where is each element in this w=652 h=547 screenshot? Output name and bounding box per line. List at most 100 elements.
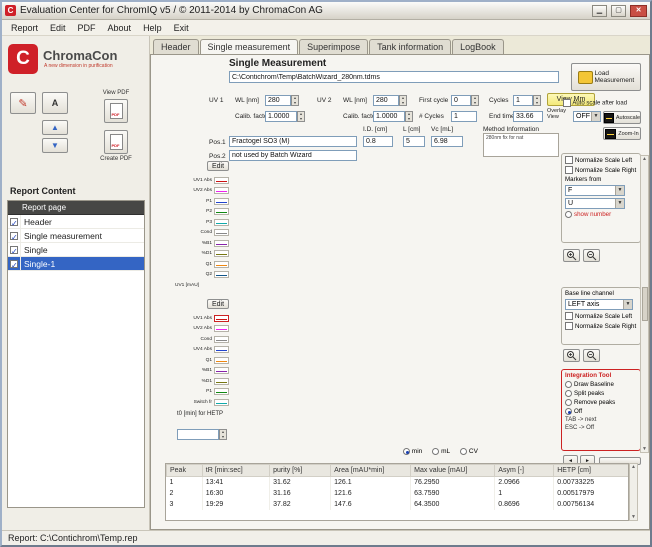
legend-item-q1[interactable]: Q1: [175, 355, 229, 366]
legend-item--b1[interactable]: %B1: [175, 366, 229, 377]
legend-item-cond[interactable]: Cond: [175, 228, 229, 239]
cycles-input[interactable]: [513, 95, 533, 106]
table-row[interactable]: 216:3031.16121.663.759010.00517979: [167, 488, 630, 499]
magnify-minus-button[interactable]: [583, 249, 600, 262]
legend-item-q2[interactable]: Q2: [175, 270, 229, 281]
move-up-button[interactable]: ▲: [42, 120, 68, 135]
menu-report[interactable]: Report: [6, 22, 43, 34]
legend-item-uv4-abs[interactable]: UV4 Abs: [175, 345, 229, 356]
normalize-right-checkbox[interactable]: Normalize Scale Right: [565, 166, 637, 174]
file-path-input[interactable]: [229, 71, 559, 83]
tab-logbook[interactable]: LogBook: [452, 39, 504, 55]
uv1-wl-spinner[interactable]: ▴▾: [291, 95, 299, 106]
unit-radio-cv[interactable]: CV: [460, 448, 478, 455]
legend-item-cond[interactable]: Cond: [175, 334, 229, 345]
unit-radio-ml[interactable]: mL: [432, 448, 450, 455]
menu-help[interactable]: Help: [138, 22, 167, 34]
table-row[interactable]: 113:4131.62126.176.29502.09660.00733225: [167, 477, 630, 488]
tab-single-measurement[interactable]: Single measurement: [200, 39, 299, 55]
marker-source-dropdown-1[interactable]: F▼: [565, 185, 625, 196]
magnify-plus-button[interactable]: [563, 249, 580, 262]
report-tree-header[interactable]: Report page: [8, 201, 144, 215]
show-number-radio[interactable]: show number: [565, 211, 637, 218]
legend-item--d1[interactable]: %D1: [175, 249, 229, 260]
tab-superimpose[interactable]: Superimpose: [299, 39, 368, 55]
close-button[interactable]: ✕: [630, 5, 647, 17]
titlebar[interactable]: C Evaluation Center for ChromIQ v5 / © 2…: [2, 2, 650, 20]
tab-tank-information[interactable]: Tank information: [369, 39, 451, 55]
calib2-input[interactable]: [373, 111, 405, 122]
table-scrollbar[interactable]: ▲▼: [629, 463, 638, 521]
tree-item-single[interactable]: Single: [8, 243, 144, 257]
calib1-spinner[interactable]: ▴▾: [297, 111, 305, 122]
move-down-button[interactable]: ▼: [42, 138, 68, 153]
uv1-wl-input[interactable]: [265, 95, 291, 106]
bottom-legend-edit-button[interactable]: Edit: [207, 299, 229, 309]
end-time-input[interactable]: [513, 111, 543, 122]
text-style-button[interactable]: A: [42, 92, 68, 114]
create-pdf-button[interactable]: PDF: [104, 130, 128, 154]
tree-item-single-1[interactable]: Single-1: [8, 257, 144, 271]
menu-about[interactable]: About: [103, 22, 137, 34]
integration-option-remove-peaks[interactable]: Remove peaks: [565, 399, 637, 406]
view-pdf-button[interactable]: PDF: [104, 99, 128, 123]
legend-item-uv1-abs[interactable]: UV1 Abs: [175, 175, 229, 186]
scroll-thumb[interactable]: [642, 287, 648, 321]
integration-option-split-peaks[interactable]: Split peaks: [565, 390, 637, 397]
legend-item--b1[interactable]: %B1: [175, 238, 229, 249]
calib2-spinner[interactable]: ▴▾: [405, 111, 413, 122]
checkbox-icon[interactable]: [10, 218, 18, 226]
integration-option-draw-baseline[interactable]: Draw Baseline: [565, 381, 637, 388]
load-measurement-button[interactable]: Load Measurement: [571, 63, 641, 91]
minimize-button[interactable]: ▁: [592, 5, 607, 17]
pos1-input[interactable]: [229, 136, 357, 147]
table-row[interactable]: 319:2937.82147.664.35000.86960.00756134: [167, 499, 630, 510]
checkbox-icon[interactable]: [10, 232, 18, 240]
zoom-in-button[interactable]: Zoom-In: [603, 127, 641, 140]
magnify-minus-button-2[interactable]: [583, 349, 600, 362]
legend-item--d1[interactable]: %D1: [175, 376, 229, 387]
l-input[interactable]: [403, 136, 425, 147]
tab-header[interactable]: Header: [153, 39, 199, 55]
maximize-button[interactable]: ▢: [611, 5, 626, 17]
autoscale-after-load-checkbox[interactable]: Auto scale after load: [563, 99, 627, 107]
first-cycle-input[interactable]: [451, 95, 471, 106]
vc-input[interactable]: [431, 136, 463, 147]
menu-exit[interactable]: Exit: [169, 22, 194, 34]
t0-spinner[interactable]: ▴▾: [219, 429, 227, 440]
legend-item-switch-fr[interactable]: Switch fr: [175, 397, 229, 408]
menu-edit[interactable]: Edit: [45, 22, 71, 34]
legend-item-q1[interactable]: Q1: [175, 259, 229, 270]
checkbox-icon[interactable]: [10, 260, 18, 268]
baseline-normalize-left-checkbox[interactable]: Normalize Scale Left: [565, 312, 637, 320]
marker-source-dropdown-2[interactable]: U▼: [565, 198, 625, 209]
normalize-left-checkbox[interactable]: Normalize Scale Left: [565, 156, 637, 164]
integration-option-off[interactable]: Off: [565, 408, 637, 415]
first-cycle-spinner[interactable]: ▴▾: [471, 95, 479, 106]
magnify-plus-button-2[interactable]: [563, 349, 580, 362]
baseline-normalize-right-checkbox[interactable]: Normalize Scale Right: [565, 322, 637, 330]
top-legend-edit-button[interactable]: Edit: [207, 161, 229, 171]
uv2-wl-input[interactable]: [373, 95, 399, 106]
unit-radio-min[interactable]: min: [403, 448, 422, 455]
id-input[interactable]: [363, 136, 393, 147]
edit-report-button[interactable]: ✎: [10, 92, 36, 114]
overlay-view-dropdown[interactable]: OFF▼: [573, 111, 601, 122]
num-cycles-input[interactable]: [451, 111, 477, 122]
main-scrollbar[interactable]: ▲▼: [640, 155, 649, 453]
cycles-spinner[interactable]: ▴▾: [533, 95, 541, 106]
legend-item-p1[interactable]: P1: [175, 387, 229, 398]
uv2-wl-spinner[interactable]: ▴▾: [399, 95, 407, 106]
tree-item-single-measurement[interactable]: Single measurement: [8, 229, 144, 243]
legend-item-uv2-abs[interactable]: UV2 Abs: [175, 324, 229, 335]
autoscale-button[interactable]: Autoscale: [603, 111, 641, 124]
legend-item-uv2-abs[interactable]: UV2 Abs: [175, 186, 229, 197]
t0-input[interactable]: [177, 429, 219, 440]
tree-item-header[interactable]: Header: [8, 215, 144, 229]
legend-item-uv1-abs[interactable]: UV1 Abs: [175, 313, 229, 324]
legend-item-p3[interactable]: P3: [175, 217, 229, 228]
menu-pdf[interactable]: PDF: [73, 22, 101, 34]
legend-item-p1[interactable]: P1: [175, 196, 229, 207]
baseline-channel-dropdown[interactable]: LEFT axis▼: [565, 299, 633, 310]
legend-item-p2[interactable]: P2: [175, 207, 229, 218]
